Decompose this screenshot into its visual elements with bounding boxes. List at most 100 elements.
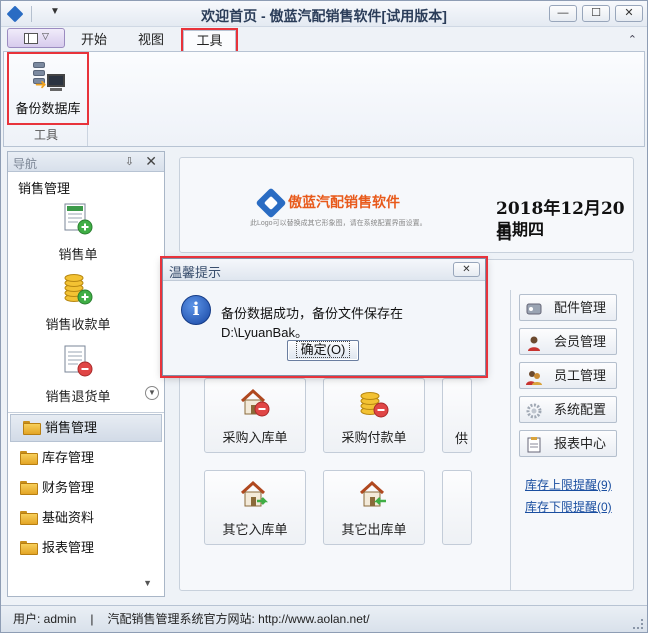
- nav-item-label: 销售单: [58, 247, 98, 262]
- status-user: 用户: admin: [13, 612, 77, 626]
- sales-receipt-icon: [62, 272, 94, 308]
- info-dialog: 温馨提示 ✕ i 备份数据成功，备份文件保存在D:\LyuanBak。 确定(O…: [160, 256, 488, 378]
- stock-lower-limit-link[interactable]: 库存下限提醒(0): [525, 498, 612, 515]
- nav-scroll-down-button[interactable]: ▼: [145, 386, 159, 400]
- tile-purchase-in[interactable]: 采购入库单: [204, 378, 306, 453]
- settings-icon: [526, 402, 542, 419]
- side-button-label: 系统配置: [554, 402, 607, 417]
- side-button-label: 会员管理: [554, 334, 607, 349]
- tile-label: 采购入库单: [222, 430, 288, 445]
- nav-item-sales-receipt[interactable]: 销售收款单: [8, 272, 148, 333]
- nav-group-finance[interactable]: 财务管理: [8, 473, 164, 503]
- folder-icon: [20, 481, 38, 495]
- tile-label: 其它入库单: [222, 522, 288, 537]
- status-website: 汽配销售管理系统官方网站: http://www.aolan.net/: [107, 612, 370, 626]
- nav-group-sales[interactable]: 销售管理: [10, 414, 162, 442]
- nav-group-label: 财务管理: [42, 480, 95, 495]
- nav-item-sales-return[interactable]: 销售退货单: [8, 344, 148, 405]
- tile-purchase-payment[interactable]: 采购付款单: [323, 378, 425, 453]
- dialog-title: 温馨提示: [169, 265, 222, 280]
- database-backup-icon: ➜: [31, 62, 65, 92]
- ribbon-panel: ➜ 备份数据库 工具: [3, 51, 645, 147]
- nav-group-label: 销售管理: [45, 420, 98, 435]
- side-button-label: 员工管理: [554, 368, 607, 383]
- nav-group-label: 基础资料: [42, 510, 95, 525]
- other-out-icon: [358, 479, 390, 511]
- app-window: ▼ 欢迎首页 - 傲蓝汽配销售软件[试用版本] — ☐ ✕ ▽ 开始 视图 工具…: [0, 0, 648, 633]
- nav-item-sales-order[interactable]: 销售单: [8, 202, 148, 263]
- nav-overflow-icon[interactable]: ▼: [143, 578, 152, 588]
- tile-other-in[interactable]: 其它入库单: [204, 470, 306, 545]
- report-center-button[interactable]: 报表中心: [519, 430, 617, 457]
- other-in-icon: [239, 479, 271, 511]
- brand-logo-icon: [255, 187, 287, 219]
- brand-note: 此Logo可以替换成其它形象图，请在系统配置界面设置。: [250, 220, 427, 227]
- pin-icon[interactable]: ⇩: [125, 155, 134, 168]
- brand-name: 傲蓝汽配销售软件: [288, 194, 400, 210]
- nav-section-title: 销售管理: [18, 181, 71, 196]
- report-icon: [526, 436, 542, 453]
- side-shortcut-column: 配件管理 会员管理 员工管理 系统配置 报表中心 库存上限提醒(9) 库存下限提…: [510, 290, 630, 590]
- stock-upper-limit-link[interactable]: 库存上限提醒(9): [525, 476, 612, 493]
- ribbon-collapse-icon[interactable]: ⌃: [628, 33, 637, 46]
- parts-icon: [526, 300, 542, 316]
- sales-return-icon: [62, 344, 94, 380]
- purchase-in-icon: [239, 387, 271, 419]
- system-config-button[interactable]: 系统配置: [519, 396, 617, 423]
- tile-label: 供: [455, 431, 469, 446]
- nav-item-label: 销售收款单: [45, 317, 111, 332]
- nav-group-inventory[interactable]: 库存管理: [8, 443, 164, 473]
- dialog-message: 备份数据成功，备份文件保存在D:\LyuanBak。: [221, 306, 404, 340]
- member-icon: [526, 334, 542, 351]
- purchase-payment-icon: [358, 387, 390, 419]
- minimize-button[interactable]: —: [549, 5, 577, 22]
- navigation-panel: 导航 ⇩ ✕ 销售管理 销售单 销售收款单 销售退货单 ▼ 销售管理 库存管理 …: [7, 151, 165, 597]
- maximize-button[interactable]: ☐: [582, 5, 610, 22]
- status-bar: 用户: admin | 汽配销售管理系统官方网站: http://www.aolan…: [1, 605, 647, 632]
- title-bar: ▼ 欢迎首页 - 傲蓝汽配销售软件[试用版本] — ☐ ✕: [1, 1, 647, 27]
- tab-view[interactable]: 视图: [128, 30, 174, 51]
- nav-item-list: 销售单 销售收款单 销售退货单: [8, 196, 164, 406]
- member-management-button[interactable]: 会员管理: [519, 328, 617, 355]
- parts-management-button[interactable]: 配件管理: [519, 294, 617, 321]
- chevron-down-icon: ▽: [42, 31, 49, 41]
- nav-group-reports[interactable]: 报表管理: [8, 533, 164, 563]
- close-button[interactable]: ✕: [615, 5, 643, 22]
- info-icon: i: [181, 295, 211, 325]
- staff-icon: [526, 368, 542, 385]
- nav-close-icon[interactable]: ✕: [145, 153, 157, 170]
- nav-title: 导航: [13, 157, 38, 171]
- sales-order-icon: [62, 202, 94, 238]
- ribbon-group-label: 工具: [33, 128, 58, 142]
- tile-partial[interactable]: [442, 470, 472, 545]
- folder-icon: [20, 541, 38, 555]
- dialog-close-button[interactable]: ✕: [453, 262, 480, 277]
- ok-button[interactable]: 确定(O): [287, 340, 359, 361]
- side-button-label: 配件管理: [554, 300, 607, 315]
- tile-label: 其它出库单: [341, 522, 407, 537]
- tab-start[interactable]: 开始: [71, 30, 117, 51]
- backup-database-label: 备份数据库: [15, 101, 81, 116]
- tile-other-out[interactable]: 其它出库单: [323, 470, 425, 545]
- ribbon-group-tools: ➜ 备份数据库 工具: [4, 52, 89, 146]
- nav-group-basic-data[interactable]: 基础资料: [8, 503, 164, 533]
- folder-icon: [20, 511, 38, 525]
- folder-icon: [20, 451, 38, 465]
- current-weekday: 星期四: [496, 220, 545, 239]
- backup-database-button[interactable]: ➜ 备份数据库: [7, 52, 89, 125]
- tile-supplier[interactable]: 供: [442, 378, 472, 453]
- nav-group-label: 库存管理: [42, 450, 95, 465]
- tab-tools[interactable]: 工具: [181, 28, 238, 53]
- status-separator: |: [90, 612, 94, 626]
- dialog-title-bar: 温馨提示 ✕: [163, 259, 485, 281]
- app-menu-button[interactable]: ▽: [7, 28, 65, 48]
- staff-management-button[interactable]: 员工管理: [519, 362, 617, 389]
- nav-group-list: 销售管理 库存管理 财务管理 基础资料 报表管理: [8, 412, 164, 563]
- resize-grip-icon[interactable]: [633, 619, 643, 629]
- nav-group-label: 报表管理: [42, 540, 95, 555]
- nav-header: 导航 ⇩ ✕: [8, 152, 164, 172]
- ok-button-label: 确定(O): [295, 341, 351, 358]
- header-panel: 傲蓝汽配销售软件 此Logo可以替换成其它形象图，请在系统配置界面设置。 201…: [179, 157, 634, 253]
- app-menu-icon: [24, 33, 38, 44]
- tile-label: 采购付款单: [341, 430, 407, 445]
